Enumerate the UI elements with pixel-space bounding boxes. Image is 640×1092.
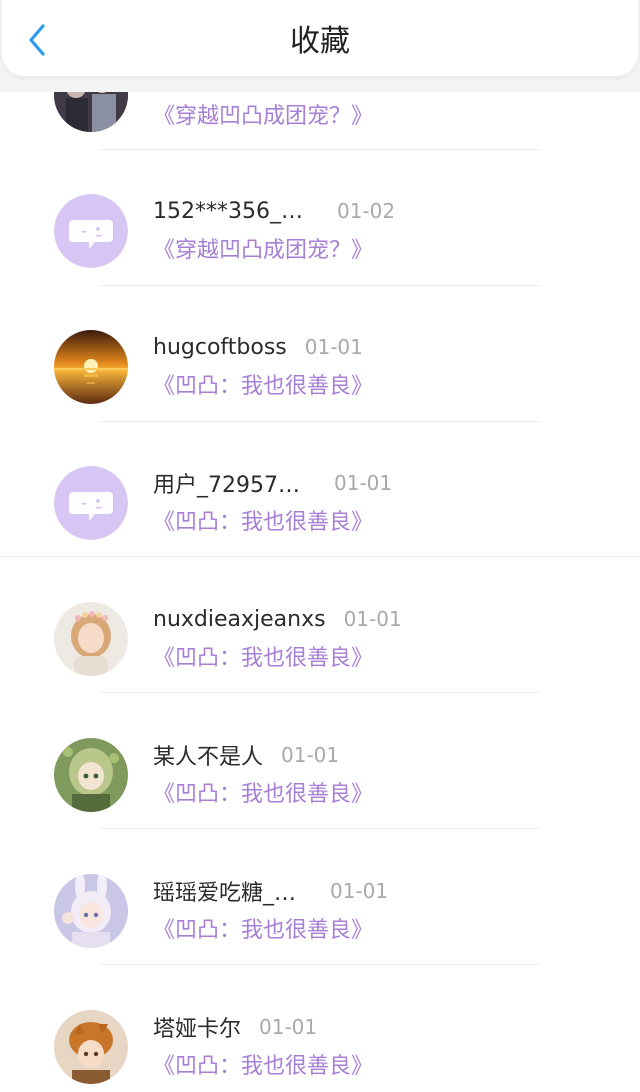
- favorites-list: 《穿越凹凸成团宠？》 152***356_… 01-02 《穿越凹凸成团宠？》: [0, 0, 640, 1092]
- list-item[interactable]: 用户_72957… 01-01 《凹凸：我也很善良》: [0, 432, 640, 568]
- user-name: 某人不是人: [153, 745, 264, 770]
- list-item[interactable]: nuxdieaxjeanxs 01-01 《凹凸：我也很善良》: [0, 568, 640, 704]
- collect-date: 01-01: [334, 471, 393, 495]
- list-item[interactable]: 152***356_… 01-02 《穿越凹凸成团宠？》: [0, 160, 640, 296]
- book-title: 《凹凸：我也很善良》: [153, 374, 374, 399]
- collect-date: 01-01: [259, 1015, 318, 1039]
- default-chat-avatar: [54, 194, 128, 268]
- collect-date: 01-01: [281, 743, 340, 767]
- divider: [0, 556, 640, 557]
- divider: [100, 285, 540, 286]
- collect-date: 01-01: [304, 335, 363, 359]
- list-item[interactable]: 某人不是人 01-01 《凹凸：我也很善良》: [0, 704, 640, 840]
- page-title: 收藏: [290, 24, 350, 59]
- divider: [100, 692, 540, 693]
- default-chat-avatar: [54, 466, 128, 540]
- book-title: 《凹凸：我也很善良》: [153, 510, 374, 535]
- book-title: 《穿越凹凸成团宠？》: [153, 238, 374, 263]
- user-name: nuxdieaxjeanxs: [153, 606, 326, 632]
- anime-green-avatar: [54, 738, 128, 812]
- top-bar: 收藏: [0, 0, 640, 92]
- book-title: 《穿越凹凸成团宠？》: [153, 104, 374, 129]
- user-name: 用户_72957…: [153, 473, 300, 498]
- list-item[interactable]: hugcoftboss 01-01 《凹凸：我也很善良》: [0, 296, 640, 432]
- divider: [100, 149, 540, 150]
- divider: [100, 964, 540, 965]
- book-title: 《凹凸：我也很善良》: [153, 782, 374, 807]
- user-name: 瑶瑶爱吃糖_…: [153, 881, 297, 906]
- divider: [100, 421, 540, 422]
- girl-portrait-avatar: [54, 602, 128, 676]
- collect-date: 01-01: [330, 879, 389, 903]
- collect-date: 01-02: [336, 199, 396, 223]
- user-name: 塔娅卡尔: [153, 1017, 242, 1042]
- book-title: 《凹凸：我也很善良》: [153, 1054, 374, 1079]
- sunset-avatar: [54, 330, 128, 404]
- list-item[interactable]: 瑶瑶爱吃糖_… 01-01 《凹凸：我也很善良》: [0, 840, 640, 976]
- book-title: 《凹凸：我也很善良》: [153, 918, 374, 943]
- user-name: hugcoftboss: [153, 334, 287, 360]
- user-name: 152***356_…: [153, 198, 303, 224]
- anime-tiger-avatar: [54, 1010, 128, 1084]
- book-title: 《凹凸：我也很善良》: [153, 646, 374, 671]
- divider: [100, 828, 540, 829]
- collect-date: 01-01: [343, 607, 402, 631]
- top-bar-card: 收藏: [2, 0, 638, 76]
- list-item[interactable]: 塔娅卡尔 01-01 《凹凸：我也很善良》: [0, 976, 640, 1092]
- anime-bunny-avatar: [54, 874, 128, 948]
